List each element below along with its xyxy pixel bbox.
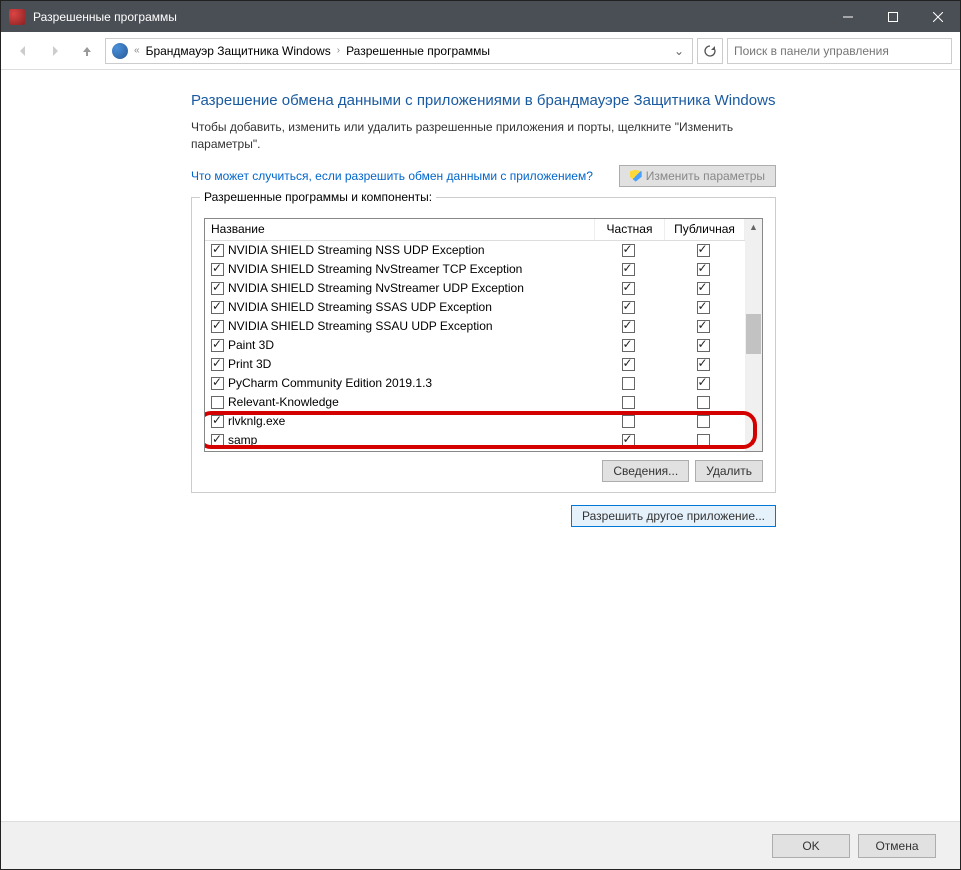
firewall-icon: [112, 43, 128, 59]
search-input[interactable]: [732, 43, 947, 59]
row-name: NVIDIA SHIELD Streaming NSS UDP Exceptio…: [228, 243, 595, 257]
row-enabled-checkbox[interactable]: [211, 282, 224, 295]
table-row[interactable]: samp: [205, 431, 745, 450]
apps-list: Название Частная Публичная NVIDIA SHIELD…: [204, 218, 763, 452]
row-private-checkbox[interactable]: [622, 320, 635, 333]
row-private-checkbox[interactable]: [622, 358, 635, 371]
row-name: Paint 3D: [228, 338, 595, 352]
table-row[interactable]: PyCharm Community Edition 2019.1.3: [205, 374, 745, 393]
chevron-right-icon[interactable]: «: [132, 45, 142, 56]
breadcrumb[interactable]: « Брандмауэр Защитника Windows › Разреше…: [105, 38, 693, 64]
table-row[interactable]: Paint 3D: [205, 336, 745, 355]
minimize-button[interactable]: [825, 1, 870, 32]
row-name: NVIDIA SHIELD Streaming SSAU UDP Excepti…: [228, 319, 595, 333]
row-name: NVIDIA SHIELD Streaming NvStreamer UDP E…: [228, 281, 595, 295]
row-public-checkbox[interactable]: [697, 358, 710, 371]
row-private-checkbox[interactable]: [622, 263, 635, 276]
details-button[interactable]: Сведения...: [602, 460, 689, 482]
allow-another-app-button[interactable]: Разрешить другое приложение...: [571, 505, 776, 527]
breadcrumb-seg-firewall[interactable]: Брандмауэр Защитника Windows: [144, 44, 333, 58]
row-public-checkbox[interactable]: [697, 320, 710, 333]
page-description: Чтобы добавить, изменить или удалить раз…: [191, 119, 776, 153]
change-settings-button[interactable]: Изменить параметры: [619, 165, 776, 187]
row-enabled-checkbox[interactable]: [211, 263, 224, 276]
column-public[interactable]: Публичная: [665, 219, 745, 240]
row-name: samp: [228, 433, 595, 447]
row-public-checkbox[interactable]: [697, 377, 710, 390]
table-row[interactable]: rlvknlg.exe: [205, 412, 745, 431]
remove-button[interactable]: Удалить: [695, 460, 763, 482]
row-enabled-checkbox[interactable]: [211, 339, 224, 352]
search-box[interactable]: [727, 38, 952, 64]
row-public-checkbox[interactable]: [697, 434, 710, 447]
row-name: Print 3D: [228, 357, 595, 371]
row-public-checkbox[interactable]: [697, 339, 710, 352]
table-row[interactable]: Secure Socket Tunneling Protocol: [205, 450, 745, 451]
row-public-checkbox[interactable]: [697, 415, 710, 428]
row-name: PyCharm Community Edition 2019.1.3: [228, 376, 595, 390]
breadcrumb-dropdown-icon[interactable]: ⌄: [670, 44, 688, 58]
row-public-checkbox[interactable]: [697, 301, 710, 314]
ok-button[interactable]: OK: [772, 834, 850, 858]
table-row[interactable]: NVIDIA SHIELD Streaming SSAU UDP Excepti…: [205, 317, 745, 336]
column-name[interactable]: Название: [205, 219, 595, 240]
table-row[interactable]: NVIDIA SHIELD Streaming NvStreamer TCP E…: [205, 260, 745, 279]
column-private[interactable]: Частная: [595, 219, 665, 240]
row-private-checkbox[interactable]: [622, 301, 635, 314]
row-private-checkbox[interactable]: [622, 244, 635, 257]
table-row[interactable]: NVIDIA SHIELD Streaming NSS UDP Exceptio…: [205, 241, 745, 260]
row-public-checkbox[interactable]: [697, 244, 710, 257]
row-enabled-checkbox[interactable]: [211, 415, 224, 428]
content-area: Разрешение обмена данными с приложениями…: [1, 70, 960, 814]
maximize-button[interactable]: [870, 1, 915, 32]
table-row[interactable]: NVIDIA SHIELD Streaming SSAS UDP Excepti…: [205, 298, 745, 317]
cancel-button[interactable]: Отмена: [858, 834, 936, 858]
list-header: Название Частная Публичная: [205, 219, 762, 241]
row-private-checkbox[interactable]: [622, 282, 635, 295]
row-enabled-checkbox[interactable]: [211, 244, 224, 257]
row-enabled-checkbox[interactable]: [211, 396, 224, 409]
refresh-button[interactable]: [697, 38, 723, 64]
table-row[interactable]: Relevant-Knowledge: [205, 393, 745, 412]
row-private-checkbox[interactable]: [622, 396, 635, 409]
toolbar: « Брандмауэр Защитника Windows › Разреше…: [1, 32, 960, 70]
row-enabled-checkbox[interactable]: [211, 434, 224, 447]
scroll-up-button[interactable]: ▲: [745, 219, 762, 236]
row-public-checkbox[interactable]: [697, 282, 710, 295]
row-private-checkbox[interactable]: [622, 377, 635, 390]
allowed-apps-group: Разрешенные программы и компоненты: Назв…: [191, 197, 776, 493]
row-name: Relevant-Knowledge: [228, 395, 595, 409]
row-name: rlvknlg.exe: [228, 414, 595, 428]
row-enabled-checkbox[interactable]: [211, 320, 224, 333]
table-row[interactable]: Print 3D: [205, 355, 745, 374]
group-title: Разрешенные программы и компоненты:: [200, 190, 436, 204]
row-private-checkbox[interactable]: [622, 434, 635, 447]
window-title: Разрешенные программы: [33, 10, 825, 24]
scroll-thumb[interactable]: [746, 314, 761, 354]
row-enabled-checkbox[interactable]: [211, 377, 224, 390]
scroll-down-button[interactable]: ▼: [745, 434, 762, 451]
scrollbar[interactable]: ▲ ▼: [745, 219, 762, 451]
help-link[interactable]: Что может случиться, если разрешить обме…: [191, 169, 593, 183]
table-row[interactable]: NVIDIA SHIELD Streaming NvStreamer UDP E…: [205, 279, 745, 298]
dialog-footer: OK Отмена: [1, 821, 960, 869]
row-enabled-checkbox[interactable]: [211, 301, 224, 314]
chevron-right-icon: ›: [335, 45, 342, 56]
row-public-checkbox[interactable]: [697, 396, 710, 409]
row-name: NVIDIA SHIELD Streaming SSAS UDP Excepti…: [228, 300, 595, 314]
breadcrumb-seg-allowed[interactable]: Разрешенные программы: [344, 44, 492, 58]
row-name: NVIDIA SHIELD Streaming NvStreamer TCP E…: [228, 262, 595, 276]
nav-back-button[interactable]: [9, 37, 37, 65]
close-button[interactable]: [915, 1, 960, 32]
page-heading: Разрешение обмена данными с приложениями…: [191, 90, 776, 111]
row-private-checkbox[interactable]: [622, 339, 635, 352]
row-public-checkbox[interactable]: [697, 263, 710, 276]
row-private-checkbox[interactable]: [622, 415, 635, 428]
row-enabled-checkbox[interactable]: [211, 358, 224, 371]
titlebar: Разрешенные программы: [1, 1, 960, 32]
app-icon: [9, 9, 25, 25]
nav-forward-button[interactable]: [41, 37, 69, 65]
nav-up-button[interactable]: [73, 37, 101, 65]
